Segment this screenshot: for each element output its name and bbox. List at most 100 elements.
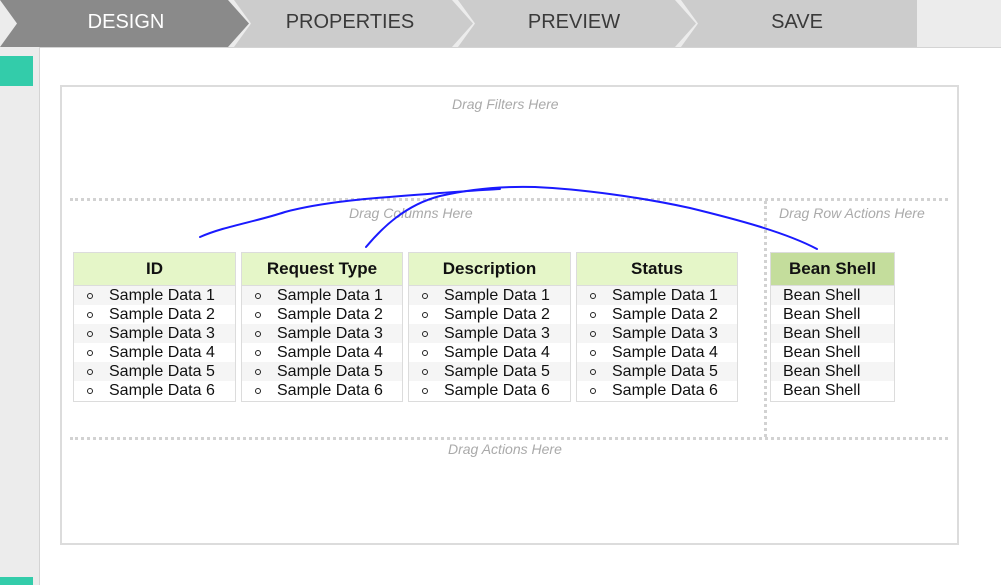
list-item: Sample Data 1 xyxy=(577,286,737,305)
cell-text: Sample Data 6 xyxy=(612,382,718,399)
row-actions-zone-divider xyxy=(764,201,767,437)
circle-bullet-icon xyxy=(87,388,93,394)
circle-bullet-icon xyxy=(590,331,596,337)
circle-bullet-icon xyxy=(87,293,93,299)
step-properties[interactable]: PROPERTIES xyxy=(240,0,460,47)
circle-bullet-icon xyxy=(422,293,428,299)
filters-drop-hint: Drag Filters Here xyxy=(452,96,559,112)
step-save[interactable]: SAVE xyxy=(687,0,907,47)
actions-drop-hint: Drag Actions Here xyxy=(448,441,562,457)
cell-text: Sample Data 2 xyxy=(444,306,550,323)
list-item: Sample Data 2 xyxy=(577,305,737,324)
list-item: Sample Data 2 xyxy=(409,305,570,324)
actions-zone-divider xyxy=(70,437,948,440)
row-action-bean-shell[interactable]: Bean Shell Bean Shell Bean Shell Bean Sh… xyxy=(770,252,895,402)
cell-text: Sample Data 1 xyxy=(444,287,550,304)
cell-text: Sample Data 5 xyxy=(444,363,550,380)
column-id[interactable]: ID Sample Data 1 Sample Data 2 Sample Da… xyxy=(73,252,236,402)
list-item: Sample Data 1 xyxy=(409,286,570,305)
circle-bullet-icon xyxy=(255,331,261,337)
circle-bullet-icon xyxy=(590,369,596,375)
circle-bullet-icon xyxy=(422,350,428,356)
cell-text: Sample Data 4 xyxy=(277,344,383,361)
cell-text: Sample Data 4 xyxy=(444,344,550,361)
list-item: Sample Data 6 xyxy=(577,381,737,400)
circle-bullet-icon xyxy=(255,388,261,394)
column-rows: Sample Data 1 Sample Data 2 Sample Data … xyxy=(409,286,570,400)
row-action-header: Bean Shell xyxy=(771,253,894,286)
cell-text: Sample Data 6 xyxy=(109,382,215,399)
column-rows: Sample Data 1 Sample Data 2 Sample Data … xyxy=(577,286,737,400)
cell-text: Bean Shell xyxy=(783,344,861,361)
list-item: Bean Shell xyxy=(771,362,894,381)
cell-text: Sample Data 3 xyxy=(109,325,215,342)
circle-bullet-icon xyxy=(87,312,93,318)
header-divider xyxy=(40,47,1001,48)
cell-text: Sample Data 2 xyxy=(612,306,718,323)
circle-bullet-icon xyxy=(422,388,428,394)
circle-bullet-icon xyxy=(422,312,428,318)
column-rows: Sample Data 1 Sample Data 2 Sample Data … xyxy=(242,286,402,400)
rail-toggle-tab[interactable] xyxy=(0,56,33,86)
circle-bullet-icon xyxy=(590,293,596,299)
cell-text: Sample Data 4 xyxy=(109,344,215,361)
left-rail xyxy=(0,47,40,585)
wizard-steps-bar: DESIGN PROPERTIES PREVIEW SAVE xyxy=(0,0,1001,47)
filters-zone-divider xyxy=(70,198,948,201)
step-design[interactable]: DESIGN xyxy=(17,0,235,47)
column-rows: Sample Data 1 Sample Data 2 Sample Data … xyxy=(74,286,235,400)
list-item: Bean Shell xyxy=(771,324,894,343)
list-item: Bean Shell xyxy=(771,343,894,362)
circle-bullet-icon xyxy=(87,350,93,356)
cell-text: Bean Shell xyxy=(783,382,861,399)
step-preview[interactable]: PREVIEW xyxy=(464,0,684,47)
cell-text: Sample Data 2 xyxy=(277,306,383,323)
cell-text: Sample Data 6 xyxy=(277,382,383,399)
column-header: Request Type xyxy=(242,253,402,286)
circle-bullet-icon xyxy=(422,369,428,375)
circle-bullet-icon xyxy=(590,388,596,394)
cell-text: Sample Data 1 xyxy=(109,287,215,304)
column-description[interactable]: Description Sample Data 1 Sample Data 2 … xyxy=(408,252,571,402)
column-request-type[interactable]: Request Type Sample Data 1 Sample Data 2… xyxy=(241,252,403,402)
cell-text: Sample Data 4 xyxy=(612,344,718,361)
cell-text: Sample Data 5 xyxy=(277,363,383,380)
list-item: Sample Data 5 xyxy=(74,362,235,381)
column-header: ID xyxy=(74,253,235,286)
circle-bullet-icon xyxy=(255,350,261,356)
cell-text: Bean Shell xyxy=(783,325,861,342)
list-item: Sample Data 1 xyxy=(242,286,402,305)
list-item: Sample Data 3 xyxy=(242,324,402,343)
circle-bullet-icon xyxy=(255,369,261,375)
list-item: Bean Shell xyxy=(771,286,894,305)
cell-text: Bean Shell xyxy=(783,363,861,380)
list-item: Sample Data 4 xyxy=(409,343,570,362)
cell-text: Sample Data 3 xyxy=(612,325,718,342)
row-actions-drop-hint: Drag Row Actions Here xyxy=(779,205,925,221)
rail-bottom-tab[interactable] xyxy=(0,577,33,585)
column-header: Description xyxy=(409,253,570,286)
list-item: Bean Shell xyxy=(771,305,894,324)
list-item: Sample Data 5 xyxy=(409,362,570,381)
list-item: Sample Data 5 xyxy=(577,362,737,381)
cell-text: Sample Data 2 xyxy=(109,306,215,323)
columns-drop-hint: Drag Columns Here xyxy=(349,205,473,221)
circle-bullet-icon xyxy=(255,312,261,318)
cell-text: Sample Data 6 xyxy=(444,382,550,399)
list-item: Sample Data 2 xyxy=(242,305,402,324)
column-status[interactable]: Status Sample Data 1 Sample Data 2 Sampl… xyxy=(576,252,738,402)
list-item: Sample Data 5 xyxy=(242,362,402,381)
list-item: Bean Shell xyxy=(771,381,894,400)
circle-bullet-icon xyxy=(87,331,93,337)
list-item: Sample Data 3 xyxy=(409,324,570,343)
list-item: Sample Data 6 xyxy=(74,381,235,400)
circle-bullet-icon xyxy=(422,331,428,337)
list-item: Sample Data 4 xyxy=(74,343,235,362)
list-item: Sample Data 4 xyxy=(242,343,402,362)
cell-text: Sample Data 5 xyxy=(109,363,215,380)
cell-text: Sample Data 3 xyxy=(444,325,550,342)
cell-text: Sample Data 5 xyxy=(612,363,718,380)
column-header: Status xyxy=(577,253,737,286)
circle-bullet-icon xyxy=(590,312,596,318)
list-item: Sample Data 6 xyxy=(409,381,570,400)
